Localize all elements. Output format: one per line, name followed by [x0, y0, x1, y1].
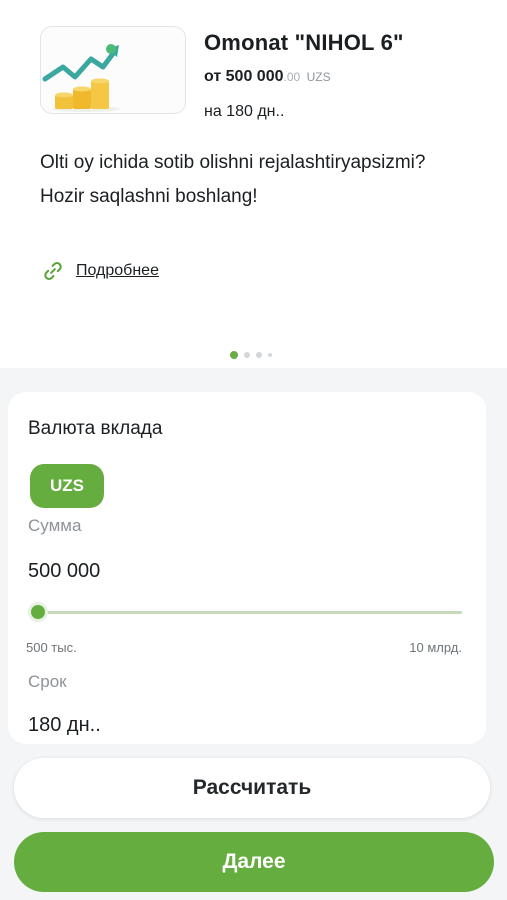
- more-details-link[interactable]: Подробнее: [42, 260, 159, 282]
- product-promo: Omonat "NIHOL 6" от 500 000.00 UZS на 18…: [0, 0, 507, 368]
- sum-input[interactable]: 500 000: [28, 560, 100, 583]
- carousel-dot-1[interactable]: [230, 351, 238, 359]
- product-title: Omonat "NIHOL 6": [204, 30, 404, 55]
- calculate-button[interactable]: Рассчитать: [14, 758, 490, 818]
- sum-label: Сумма: [28, 516, 82, 535]
- carousel-dot-2[interactable]: [244, 352, 250, 358]
- product-description: Olti oy ichida sotib olishni rejalashtir…: [40, 152, 426, 207]
- currency-label: Валюта вклада: [28, 418, 163, 439]
- more-details-label[interactable]: Подробнее: [76, 262, 159, 280]
- slider-handle[interactable]: [28, 602, 48, 622]
- slider-min-label: 500 тыс.: [26, 640, 77, 655]
- min-amount-value: от 500 000: [204, 68, 284, 85]
- term-label: Срок: [28, 672, 67, 691]
- min-amount: от 500 000.00 UZS: [204, 68, 331, 86]
- sum-slider[interactable]: [28, 600, 462, 624]
- slider-max-label: 10 млрд.: [409, 640, 462, 655]
- next-button[interactable]: Далее: [14, 832, 494, 892]
- product-term: на 180 дн..: [204, 103, 285, 120]
- link-icon: [44, 262, 62, 280]
- carousel-dot-4[interactable]: [268, 353, 272, 357]
- currency-chip-uzs[interactable]: UZS: [30, 464, 104, 508]
- carousel-indicator: [230, 351, 272, 359]
- deposit-form: Валюта вклада UZS Сумма 500 000 500 тыс.…: [8, 392, 486, 744]
- min-amount-currency: UZS: [306, 70, 331, 84]
- action-bar: Рассчитать Далее: [0, 744, 507, 900]
- min-amount-decimals: .00: [283, 70, 301, 84]
- slider-track[interactable]: [30, 611, 462, 614]
- savings-growth-illustration: [40, 26, 186, 114]
- carousel-dot-3[interactable]: [256, 352, 262, 358]
- term-value[interactable]: 180 дн..: [28, 714, 101, 737]
